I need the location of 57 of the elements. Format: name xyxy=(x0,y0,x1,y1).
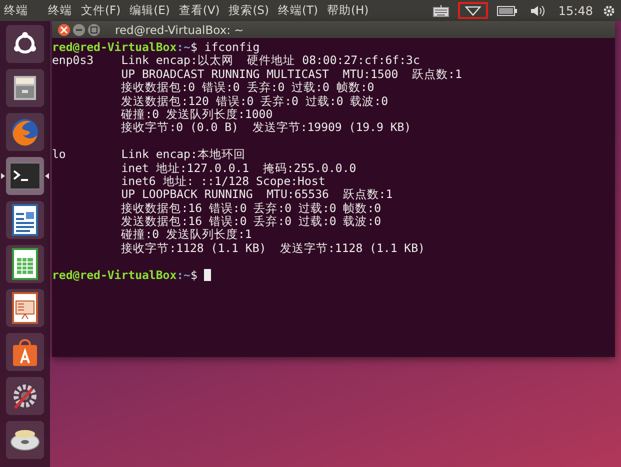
document-icon xyxy=(12,204,38,236)
app-title: 终端 xyxy=(4,3,28,18)
prompt-user-host: red@red-VirtualBox xyxy=(52,40,177,54)
launcher-item[interactable] xyxy=(6,289,44,327)
keyboard-icon xyxy=(433,4,450,16)
volume-icon xyxy=(531,4,546,16)
launcher-item[interactable] xyxy=(6,69,44,107)
output-line: 碰撞:0 发送队列长度:1 xyxy=(120,227,252,242)
output-line: UP LOOPBACK RUNNING MTU:65536 跃点数:1 xyxy=(120,187,393,202)
terminal-icon xyxy=(10,163,40,189)
launcher-item[interactable] xyxy=(6,421,44,459)
wifi-icon xyxy=(465,6,482,16)
output-line: lo Link encap:本地环回 xyxy=(52,147,246,162)
menu-item[interactable]: 终端 xyxy=(48,3,72,18)
launcher-item[interactable] xyxy=(6,201,44,239)
prompt-path: :~ xyxy=(176,268,190,282)
disc-icon xyxy=(10,428,40,452)
menu-item[interactable]: 编辑(E) xyxy=(130,3,170,18)
globe-fox-icon xyxy=(10,117,40,147)
menu-item[interactable]: 搜索(S) xyxy=(228,3,269,18)
highlighted-indicator[interactable] xyxy=(458,2,488,19)
maximize-button[interactable] xyxy=(88,24,100,36)
maximize-icon xyxy=(90,26,98,34)
output-line: 接收数据包:16 错误:0 丢弃:0 过载:0 帧数:0 xyxy=(120,200,382,215)
launcher-item[interactable] xyxy=(6,377,44,415)
output-line: inet 地址:127.0.0.1 掩码:255.0.0.0 xyxy=(120,160,356,175)
close-button[interactable] xyxy=(58,24,70,36)
launcher-item[interactable] xyxy=(6,25,44,63)
menu-item[interactable]: 查看(V) xyxy=(178,3,220,18)
output-line: UP BROADCAST RUNNING MULTICAST MTU:1500 跃点数:1 xyxy=(120,66,462,81)
prompt-path: :~ xyxy=(176,40,190,54)
output-line: inet6 地址: ::1/128 Scope:Host xyxy=(120,174,326,188)
launcher-item[interactable] xyxy=(6,333,44,371)
output-line: 碰撞:0 发送队列长度:1000 xyxy=(120,106,273,121)
command-text: $ ifconfig xyxy=(190,40,260,54)
prompt-user-host: red@red-VirtualBox xyxy=(52,268,177,282)
command-text: $ xyxy=(190,268,198,282)
battery-icon xyxy=(497,6,518,16)
spreadsheet-icon xyxy=(12,248,38,280)
launcher-item[interactable] xyxy=(6,245,44,283)
window-title: red@red-VirtualBox: ~ xyxy=(115,22,244,36)
shopping-bag-icon xyxy=(11,337,39,367)
output-line: 发送数据包:16 错误:0 丢弃:0 过载:0 载波:0 xyxy=(120,214,382,228)
minimize-button[interactable] xyxy=(73,24,85,36)
presentation-icon xyxy=(12,292,38,324)
output-line: 接收数据包:0 错误:0 丢弃:0 过载:0 帧数:0 xyxy=(120,80,374,94)
clock[interactable]: 15:48 xyxy=(558,4,593,18)
output-line: enp0s3 Link encap:以太网 硬件地址 08:00:27:cf:6f:3c xyxy=(52,53,420,68)
output-line: 发送数据包:120 错误:0 丢弃:0 过载:0 载波:0 xyxy=(120,94,388,108)
menu-item[interactable]: 帮助(H) xyxy=(326,3,369,18)
file-cabinet-icon xyxy=(11,74,39,102)
output-line: 接收字节:1128 (1.1 KB) 发送字节:1128 (1.1 KB) xyxy=(120,240,425,255)
menu-item[interactable]: 终端(T) xyxy=(278,3,318,18)
menu-item[interactable]: 文件(F) xyxy=(81,3,121,18)
launcher-item[interactable] xyxy=(6,157,44,195)
output-line: 接收字节:0 (0.0 B) 发送字节:19909 (19.9 KB) xyxy=(120,120,412,134)
close-icon xyxy=(60,26,68,34)
